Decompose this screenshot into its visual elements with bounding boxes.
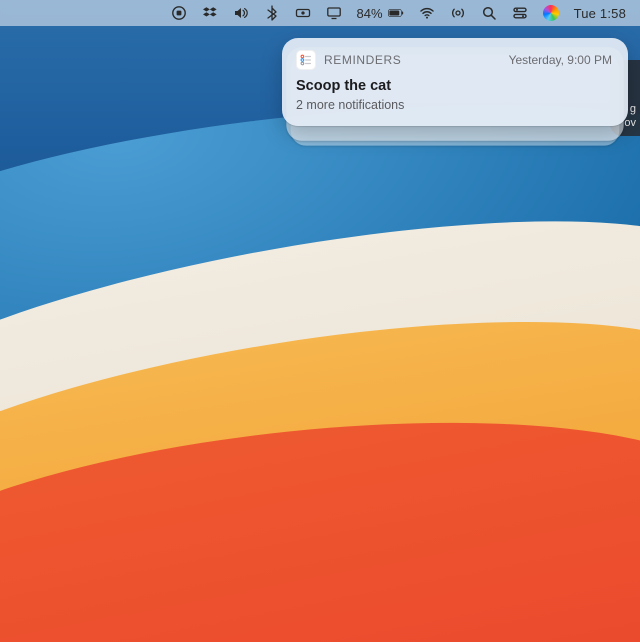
display-icon[interactable] [326, 0, 342, 26]
dropbox-icon[interactable] [202, 0, 218, 26]
notification-more-count: 2 more notifications [296, 98, 612, 112]
spotlight-icon[interactable] [481, 0, 497, 26]
notification-timestamp: Yesterday, 9:00 PM [509, 53, 612, 67]
battery-status[interactable]: 84% [357, 0, 404, 26]
battery-percent-text: 84% [357, 6, 383, 21]
notification-stack[interactable]: REMINDERS Yesterday, 9:00 PM Scoop the c… [282, 38, 628, 126]
wifi-icon[interactable] [419, 0, 435, 26]
notification-card[interactable]: REMINDERS Yesterday, 9:00 PM Scoop the c… [282, 38, 628, 126]
control-center-icon[interactable] [512, 0, 528, 26]
volume-icon[interactable] [233, 0, 249, 26]
bluetooth-icon[interactable] [264, 0, 280, 26]
menu-bar: 84% Tue 1:58 [0, 0, 640, 26]
keyboard-brightness-icon[interactable] [295, 0, 311, 26]
notification-app-name: REMINDERS [324, 53, 401, 67]
menu-bar-clock[interactable]: Tue 1:58 [574, 0, 626, 26]
screen-record-icon[interactable] [171, 0, 187, 26]
notification-title: Scoop the cat [296, 78, 612, 94]
siri-icon[interactable] [543, 0, 559, 26]
airdrop-icon[interactable] [450, 0, 466, 26]
reminders-app-icon [296, 50, 316, 70]
widget-peek-text: g [630, 102, 636, 116]
battery-icon [388, 5, 404, 21]
